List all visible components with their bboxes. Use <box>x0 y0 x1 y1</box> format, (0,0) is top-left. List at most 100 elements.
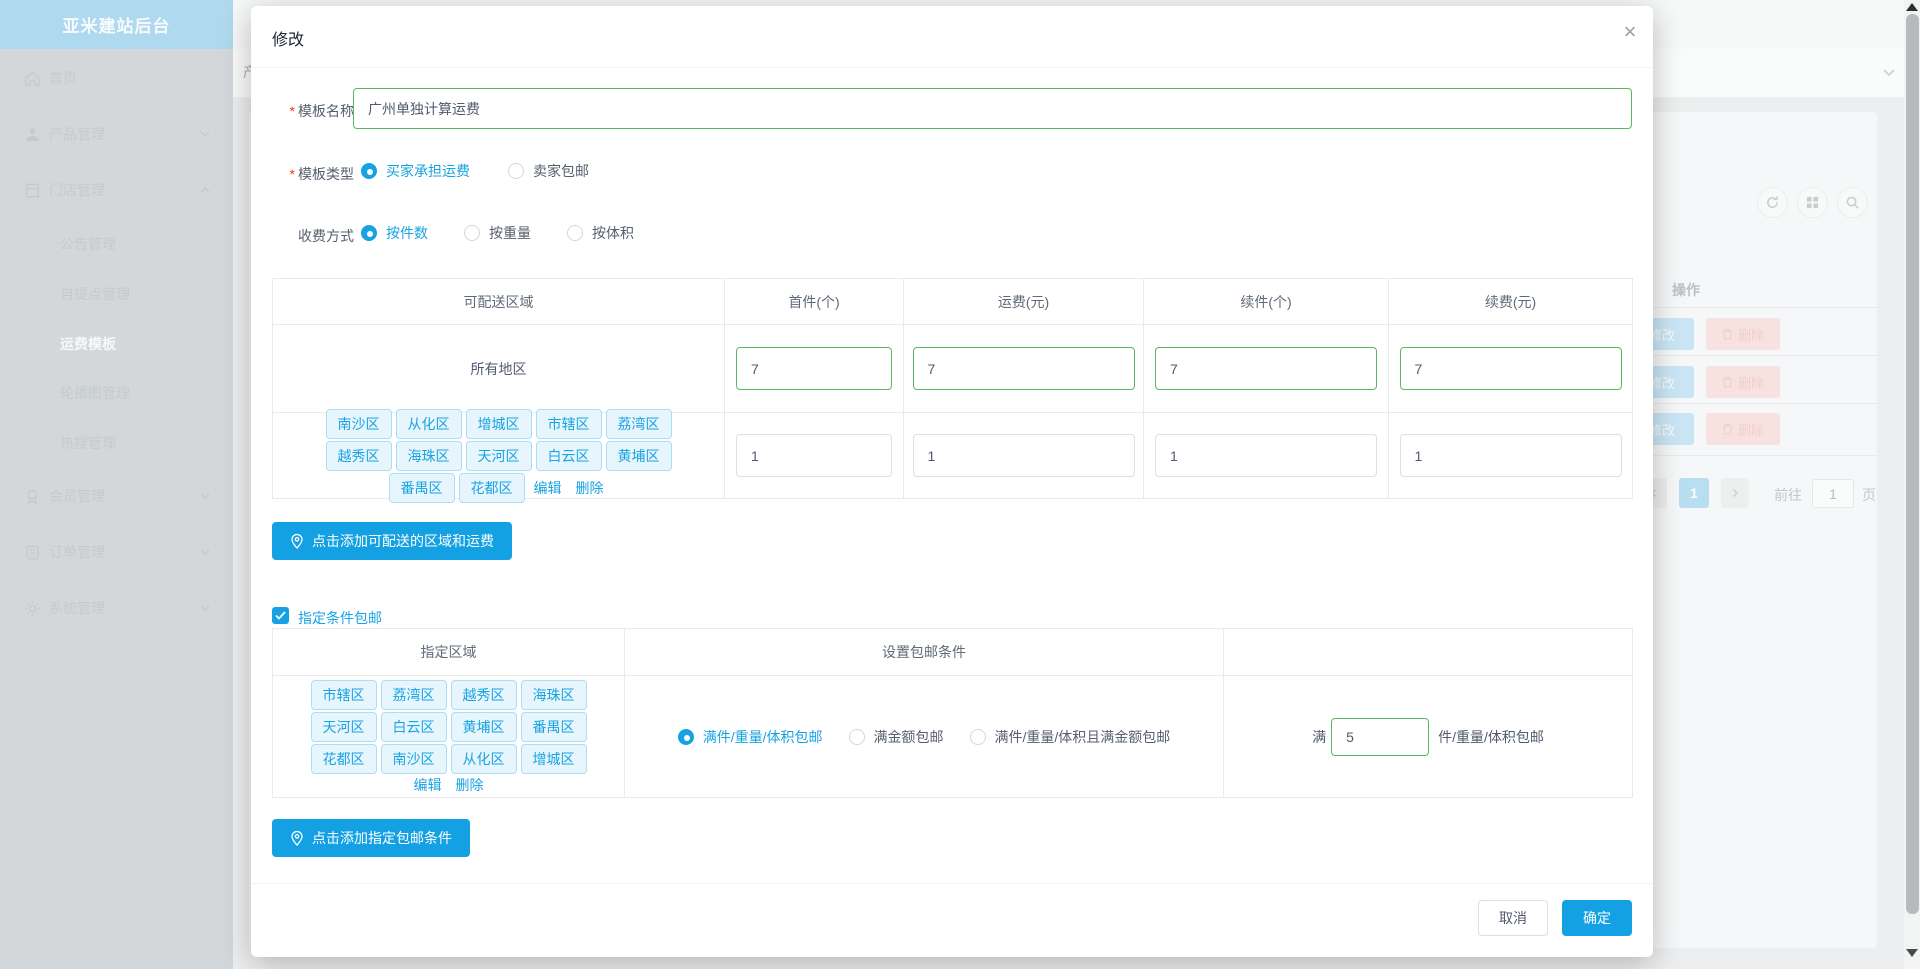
sidebar-subitem-pickup-points[interactable]: 自提点管理 <box>0 274 233 314</box>
template-name-input[interactable] <box>353 88 1632 129</box>
region-tag[interactable]: 市辖区 <box>310 679 377 710</box>
region-tag[interactable]: 白云区 <box>535 440 602 471</box>
sidebar-item-members[interactable]: 会员管理 <box>0 476 233 516</box>
radio-buyer-pays[interactable]: 买家承担运费 <box>361 161 470 181</box>
radio-seller-free[interactable]: 卖家包邮 <box>508 161 589 181</box>
region-tag[interactable]: 番禺区 <box>520 711 587 742</box>
add-condition-button[interactable]: 点击添加指定包邮条件 <box>272 819 470 857</box>
condition-region-tags: 市辖区 荔湾区 越秀区 海珠区 天河区 白云区 黄埔区 番禺区 花都区 南沙区 … <box>284 673 614 801</box>
sidebar-item-orders[interactable]: 订单管理 <box>0 532 233 572</box>
pagination-goto-label: 前往 <box>1774 487 1802 503</box>
search-icon <box>1846 196 1859 209</box>
free-shipping-checkbox[interactable] <box>272 607 289 624</box>
region-tag[interactable]: 荔湾区 <box>605 408 672 439</box>
pagination-current-page[interactable]: 1 <box>1679 478 1709 508</box>
chevron-down-icon[interactable] <box>1882 66 1896 80</box>
region-tag[interactable]: 海珠区 <box>520 679 587 710</box>
gear-icon <box>25 600 40 616</box>
close-icon[interactable]: × <box>1616 18 1644 46</box>
region-tag[interactable]: 增城区 <box>465 408 532 439</box>
next-fee-input[interactable] <box>1399 434 1622 477</box>
row-delete-button[interactable]: 删除 <box>1706 366 1780 398</box>
scroll-down-icon[interactable] <box>1906 949 1918 957</box>
table-cell <box>1389 413 1633 499</box>
row-delete-button[interactable]: 删除 <box>1706 318 1780 350</box>
table-cell <box>725 325 904 413</box>
sidebar-item-home[interactable]: 首页 <box>0 58 233 98</box>
radio-by-volume[interactable]: 按体积 <box>567 223 634 243</box>
column-header: 可配送区域 <box>273 279 725 325</box>
region-tag[interactable]: 天河区 <box>310 711 377 742</box>
ops-column-header: 操作 <box>1672 282 1700 298</box>
region-tag[interactable]: 天河区 <box>465 440 532 471</box>
template-type-radio-group: 买家承担运费 卖家包邮 <box>361 161 589 181</box>
radio-dot <box>567 225 583 241</box>
region-tag[interactable]: 越秀区 <box>450 679 517 710</box>
delete-condition-region-link[interactable]: 删除 <box>456 775 484 795</box>
radio-by-weight[interactable]: 按重量 <box>464 223 531 243</box>
region-tag[interactable]: 黄埔区 <box>605 440 672 471</box>
radio-free-by-both[interactable]: 满件/重量/体积且满金额包邮 <box>969 727 1170 747</box>
region-tag[interactable]: 南沙区 <box>325 408 392 439</box>
sidebar-item-stores[interactable]: 门店管理 <box>0 170 233 210</box>
region-tag[interactable]: 从化区 <box>395 408 462 439</box>
region-tag[interactable]: 增城区 <box>520 743 587 774</box>
radio-dot <box>464 225 480 241</box>
search-button[interactable] <box>1837 187 1868 218</box>
radio-free-by-price[interactable]: 满金额包邮 <box>848 727 944 747</box>
first-fee-input[interactable] <box>912 347 1135 390</box>
column-header: 首件(个) <box>725 279 904 325</box>
sidebar-subitem-carousel[interactable]: 轮播图管理 <box>0 373 233 413</box>
pagination-next-button[interactable] <box>1721 478 1749 508</box>
sidebar-subitem-label: 轮播图管理 <box>60 385 130 401</box>
first-piece-input[interactable] <box>736 347 892 390</box>
scrollbar-thumb[interactable] <box>1905 14 1919 914</box>
region-tag[interactable]: 荔湾区 <box>380 679 447 710</box>
sidebar-subitem-label: 热搜管理 <box>60 435 116 451</box>
layout-button[interactable] <box>1797 187 1828 218</box>
region-tag[interactable]: 花都区 <box>458 472 525 503</box>
region-tag[interactable]: 番禺区 <box>388 472 455 503</box>
radio-free-by-amounts[interactable]: 满件/重量/体积包邮 <box>677 727 823 747</box>
table-cell <box>904 325 1144 413</box>
region-tag[interactable]: 花都区 <box>310 743 377 774</box>
next-fee-input[interactable] <box>1399 347 1622 390</box>
region-tag[interactable]: 从化区 <box>450 743 517 774</box>
refresh-button[interactable] <box>1757 187 1788 218</box>
region-tag[interactable]: 越秀区 <box>325 440 392 471</box>
sidebar-subitem-hot-search[interactable]: 热搜管理 <box>0 423 233 463</box>
next-piece-input[interactable] <box>1155 347 1377 390</box>
column-header: 续件(个) <box>1144 279 1389 325</box>
sidebar-subitem-shipping-templates[interactable]: 运费模板 <box>0 324 233 364</box>
first-piece-input[interactable] <box>736 434 892 477</box>
threshold-prefix: 满 <box>1312 728 1327 745</box>
region-tag[interactable]: 黄埔区 <box>450 711 517 742</box>
row-delete-button[interactable]: 删除 <box>1706 413 1780 445</box>
region-tag[interactable]: 市辖区 <box>535 408 602 439</box>
sidebar-subitem-announcements[interactable]: 公告管理 <box>0 224 233 264</box>
delete-region-link[interactable]: 删除 <box>576 478 604 498</box>
page-scrollbar[interactable] <box>1904 0 1920 969</box>
region-tag[interactable]: 白云区 <box>380 711 447 742</box>
free-shipping-checkbox-label[interactable]: 指定条件包邮 <box>298 608 382 628</box>
region-tag[interactable]: 海珠区 <box>395 440 462 471</box>
scroll-up-icon[interactable] <box>1906 3 1918 11</box>
column-header: 指定区域 <box>273 629 625 676</box>
pagination-goto-input[interactable] <box>1812 479 1854 508</box>
confirm-button[interactable]: 确定 <box>1562 900 1632 936</box>
sidebar-item-system[interactable]: 系统管理 <box>0 588 233 628</box>
sidebar-item-products[interactable]: 产品管理 <box>0 114 233 154</box>
cancel-button[interactable]: 取消 <box>1478 900 1548 936</box>
add-region-button[interactable]: 点击添加可配送的区域和运费 <box>272 522 512 560</box>
edit-condition-region-link[interactable]: 编辑 <box>414 775 442 795</box>
threshold-input[interactable] <box>1331 717 1430 756</box>
home-icon <box>25 70 40 86</box>
chevron-down-icon <box>200 605 210 612</box>
next-piece-input[interactable] <box>1155 434 1377 477</box>
region-tag[interactable]: 南沙区 <box>380 743 447 774</box>
column-header: 运费(元) <box>904 279 1144 325</box>
table-cell <box>1144 413 1389 499</box>
first-fee-input[interactable] <box>912 434 1135 477</box>
edit-region-link[interactable]: 编辑 <box>534 478 562 498</box>
radio-by-piece[interactable]: 按件数 <box>361 223 428 243</box>
